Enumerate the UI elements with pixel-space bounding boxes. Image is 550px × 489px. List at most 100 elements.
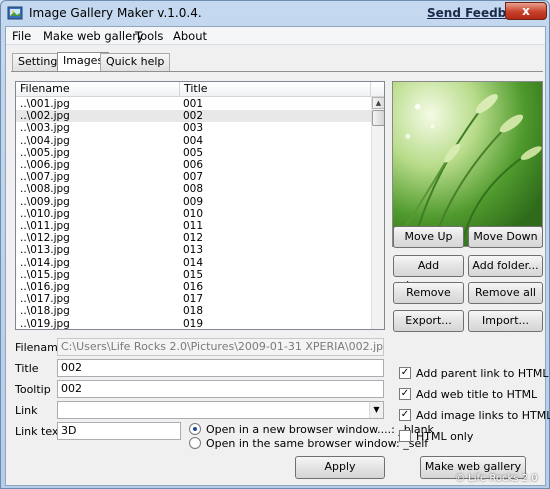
table-row[interactable]: ..\013.jpg 013 [16, 244, 371, 256]
window-title: Image Gallery Maker v.1.0.4. [29, 6, 202, 20]
web-title-label: Add web title to HTML [416, 388, 538, 401]
menu-about[interactable]: About [173, 29, 207, 43]
title-field[interactable]: 002 [57, 359, 384, 377]
export-button[interactable]: Export... [393, 310, 464, 332]
remove-all-button[interactable]: Remove all [468, 282, 543, 304]
table-row[interactable]: ..\012.jpg 012 [16, 232, 371, 244]
tooltip-label: Tooltip [15, 383, 51, 396]
table-row[interactable]: ..\011.jpg 011 [16, 220, 371, 232]
html-only-label: HTML only [416, 430, 474, 443]
title-cell: 015 [183, 268, 204, 281]
title-cell: 002 [183, 110, 204, 123]
filename-cell: ..\002.jpg [20, 110, 70, 123]
title-cell: 012 [183, 232, 204, 245]
table-row[interactable]: ..\008.jpg 008 [16, 183, 371, 195]
table-row[interactable]: ..\002.jpg 002 [16, 110, 371, 123]
app-icon [7, 6, 23, 20]
close-button[interactable]: x [505, 2, 547, 20]
filename-cell: ..\010.jpg [20, 207, 70, 220]
link-text-label: Link text [15, 425, 63, 438]
import-button[interactable]: Import... [468, 310, 543, 332]
filename-cell: ..\014.jpg [20, 256, 70, 269]
parent-link-checkbox[interactable]: ✓ [399, 367, 411, 379]
title-cell: 019 [183, 317, 204, 330]
filename-cell: ..\006.jpg [20, 159, 70, 171]
link-combo[interactable]: ▼ [57, 401, 384, 419]
html-only-checkbox[interactable] [399, 430, 411, 442]
new-window-radio[interactable] [189, 423, 201, 435]
column-header-title[interactable]: Title [180, 82, 371, 97]
table-row[interactable]: ..\014.jpg 014 [16, 257, 371, 269]
watermark: © Life Rocks 2.0 [455, 473, 538, 484]
title-cell: 014 [183, 256, 204, 269]
image-preview [392, 81, 543, 247]
tab-quick-help[interactable]: Quick help [100, 53, 171, 71]
chevron-down-icon[interactable]: ▼ [369, 402, 383, 418]
parent-link-label: Add parent link to HTML [416, 367, 549, 380]
title-cell: 001 [183, 98, 204, 110]
move-up-button[interactable]: Move Up [393, 226, 464, 248]
title-cell: 016 [183, 281, 204, 293]
same-window-radio[interactable] [189, 437, 201, 449]
scroll-up-button[interactable]: ▲ [372, 97, 384, 109]
table-row[interactable]: ..\018.jpg 018 [16, 305, 371, 317]
title-cell: 003 [183, 122, 204, 135]
table-row[interactable]: ..\017.jpg 017 [16, 293, 371, 305]
filename-cell: ..\016.jpg [20, 281, 70, 293]
menu-make-web-gallery[interactable]: Make web gallery [43, 29, 144, 43]
client-area: File Make web gallery Tools About Settin… [5, 26, 550, 486]
link-label: Link [15, 404, 38, 417]
table-row[interactable]: ..\019.jpg 019 [16, 317, 371, 330]
filename-cell: ..\013.jpg [20, 244, 70, 257]
title-cell: 006 [183, 159, 204, 171]
filename-cell: ..\018.jpg [20, 305, 70, 318]
title-label: Title [15, 362, 39, 375]
tooltip-field[interactable]: 002 [57, 380, 384, 398]
menu-tools[interactable]: Tools [135, 29, 163, 43]
table-row[interactable]: ..\005.jpg 005 [16, 147, 371, 159]
menu-file[interactable]: File [12, 29, 31, 43]
filename-cell: ..\011.jpg [20, 220, 70, 232]
add-folder-button[interactable]: Add folder... [468, 255, 543, 277]
filename-cell: ..\009.jpg [20, 195, 70, 208]
column-header-filename[interactable]: Filename [16, 82, 180, 97]
title-cell: 009 [183, 195, 204, 208]
filename-cell: ..\008.jpg [20, 183, 70, 196]
image-links-checkbox[interactable]: ✓ [399, 409, 411, 421]
table-row[interactable]: ..\009.jpg 009 [16, 196, 371, 208]
filename-cell: ..\015.jpg [20, 268, 70, 281]
web-title-checkbox[interactable]: ✓ [399, 388, 411, 400]
title-bar[interactable]: Image Gallery Maker v.1.0.4. Send Feedba… [1, 1, 549, 25]
title-cell: 017 [183, 293, 204, 306]
filename-cell: ..\005.jpg [20, 146, 70, 159]
table-row[interactable]: ..\006.jpg 006 [16, 159, 371, 171]
filename-cell: ..\012.jpg [20, 232, 70, 245]
title-cell: 013 [183, 244, 204, 257]
table-row[interactable]: ..\004.jpg 004 [16, 135, 371, 147]
filename-cell: ..\001.jpg [20, 98, 70, 110]
link-text-field[interactable]: 3D [57, 422, 181, 440]
apply-button[interactable]: Apply [295, 456, 385, 479]
filename-field: C:\Users\Life Rocks 2.0\Pictures\2009-01… [57, 338, 384, 356]
table-row[interactable]: ..\001.jpg 001 [16, 98, 371, 110]
add-image-button[interactable]: Add image... [393, 255, 464, 292]
table-row[interactable]: ..\016.jpg 016 [16, 281, 371, 293]
image-list[interactable]: Filename Title ..\001.jpg 001 ..\002.jpg 00… [15, 81, 385, 330]
table-row[interactable]: ..\015.jpg 015 [16, 269, 371, 281]
filename-cell: ..\003.jpg [20, 122, 70, 135]
same-window-label: Open in the same browser window: _self [206, 437, 429, 450]
image-links-label: Add image links to HTML [416, 409, 550, 422]
filename-cell: ..\004.jpg [20, 134, 70, 147]
filename-cell: ..\007.jpg [20, 171, 70, 184]
title-cell: 005 [183, 146, 204, 159]
table-row[interactable]: ..\010.jpg 010 [16, 208, 371, 220]
table-row[interactable]: ..\007.jpg 007 [16, 171, 371, 183]
table-row[interactable]: ..\003.jpg 003 [16, 122, 371, 134]
filename-cell: ..\017.jpg [20, 293, 70, 306]
scroll-thumb[interactable] [372, 110, 384, 126]
list-scrollbar[interactable]: ▲ [371, 97, 384, 329]
app-window: Image Gallery Maker v.1.0.4. Send Feedba… [0, 0, 550, 489]
remove-button[interactable]: Remove [393, 282, 464, 304]
title-cell: 007 [183, 171, 204, 184]
move-down-button[interactable]: Move Down [468, 226, 543, 248]
